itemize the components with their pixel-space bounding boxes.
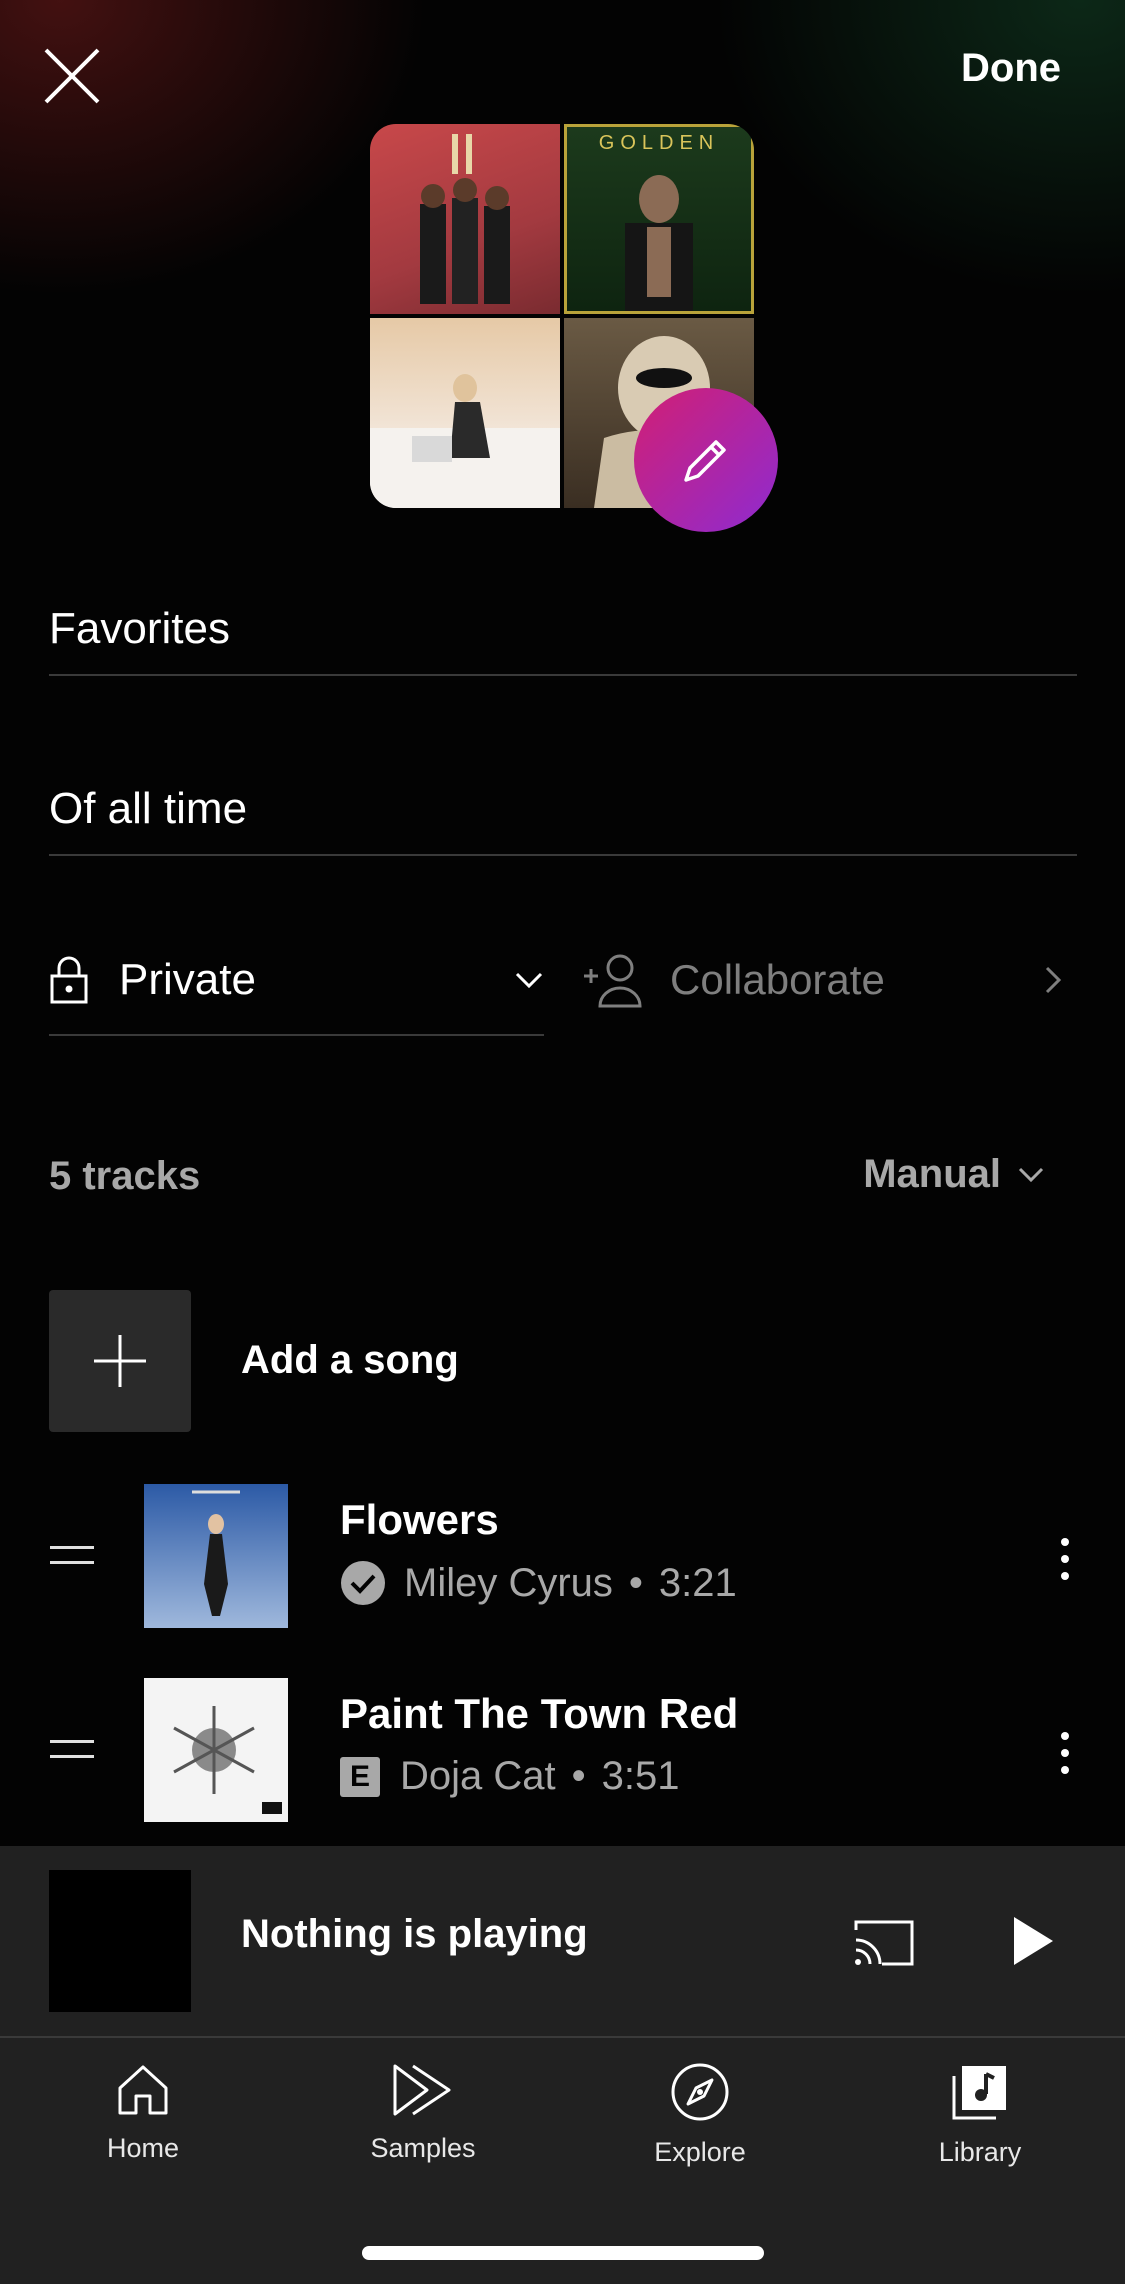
nav-samples[interactable]: Samples xyxy=(323,2062,523,2164)
chevron-down-icon xyxy=(1018,1167,1044,1182)
playlist-description-field[interactable]: Of all time xyxy=(49,784,1077,834)
home-icon xyxy=(118,2065,168,2115)
add-song-button[interactable] xyxy=(49,1290,191,1432)
drag-handle-icon[interactable] xyxy=(50,1546,94,1576)
collaborate-button[interactable]: Collaborate xyxy=(582,940,1062,1020)
cover-art-2: GOLDEN xyxy=(564,124,754,314)
title-underline xyxy=(49,674,1077,676)
home-indicator xyxy=(362,2246,764,2260)
privacy-label: Private xyxy=(119,955,256,1004)
close-icon xyxy=(44,48,100,104)
separator-dot: • xyxy=(628,1560,643,1605)
nav-library-label: Library xyxy=(938,2137,1022,2167)
more-options-icon[interactable] xyxy=(1061,1538,1073,1589)
track-thumbnail xyxy=(144,1678,288,1822)
track-duration: 3:21 xyxy=(658,1560,737,1605)
plus-icon xyxy=(94,1335,146,1387)
nav-samples-label: Samples xyxy=(370,2133,476,2163)
cast-icon[interactable] xyxy=(852,1918,916,1968)
track-count: 5 tracks xyxy=(49,1154,201,1198)
cover-art-1 xyxy=(370,124,560,314)
chevron-down-icon xyxy=(515,972,543,989)
samples-icon xyxy=(393,2064,451,2116)
track-row[interactable]: Flowers Miley Cyrus • 3:21 xyxy=(0,1482,1125,1632)
nav-explore-label: Explore xyxy=(654,2137,746,2167)
play-icon[interactable] xyxy=(1010,1914,1056,1968)
privacy-underline xyxy=(49,1034,544,1036)
compass-icon xyxy=(671,2063,729,2121)
more-options-icon[interactable] xyxy=(1061,1732,1073,1783)
track-artist: Doja Cat xyxy=(400,1754,556,1798)
sort-dropdown[interactable]: Manual xyxy=(863,1152,1045,1197)
mini-player[interactable]: Nothing is playing xyxy=(0,1846,1125,2036)
track-title: Flowers xyxy=(340,1496,499,1543)
description-underline xyxy=(49,854,1077,856)
sort-label: Manual xyxy=(863,1152,1001,1196)
nav-home[interactable]: Home xyxy=(43,2062,243,2164)
mini-player-title: Nothing is playing xyxy=(241,1912,588,1956)
privacy-dropdown[interactable]: Private xyxy=(49,940,544,1020)
check-icon xyxy=(341,1561,385,1605)
track-subtitle: Miley Cyrus • 3:21 xyxy=(340,1560,737,1606)
svg-text:GOLDEN: GOLDEN xyxy=(599,132,719,154)
track-title: Paint The Town Red xyxy=(340,1690,739,1737)
pencil-icon xyxy=(684,440,726,482)
add-person-icon xyxy=(584,954,642,1008)
track-thumbnail xyxy=(144,1484,288,1628)
add-song-label[interactable]: Add a song xyxy=(241,1338,459,1383)
nav-library[interactable]: Library xyxy=(880,2062,1080,2168)
chevron-right-icon xyxy=(1045,966,1062,994)
explicit-badge: E xyxy=(340,1756,380,1797)
collaborate-label: Collaborate xyxy=(670,956,885,1003)
cover-art-3 xyxy=(370,318,560,508)
mini-player-artwork xyxy=(49,1870,191,2012)
track-duration: 3:51 xyxy=(601,1754,680,1798)
close-button[interactable] xyxy=(40,44,104,108)
nav-explore[interactable]: Explore xyxy=(600,2062,800,2168)
track-subtitle: E Doja Cat • 3:51 xyxy=(340,1754,680,1799)
nav-home-label: Home xyxy=(106,2133,180,2163)
playlist-title-field[interactable]: Favorites xyxy=(49,604,1077,654)
done-button[interactable]: Done xyxy=(961,46,1061,91)
edit-cover-button[interactable] xyxy=(634,388,778,532)
lock-icon xyxy=(50,956,88,1004)
track-artist: Miley Cyrus xyxy=(404,1560,613,1605)
drag-handle-icon[interactable] xyxy=(50,1740,94,1770)
separator-dot: • xyxy=(571,1754,586,1798)
library-icon xyxy=(952,2066,1006,2120)
track-row[interactable]: Paint The Town Red E Doja Cat • 3:51 xyxy=(0,1676,1125,1826)
